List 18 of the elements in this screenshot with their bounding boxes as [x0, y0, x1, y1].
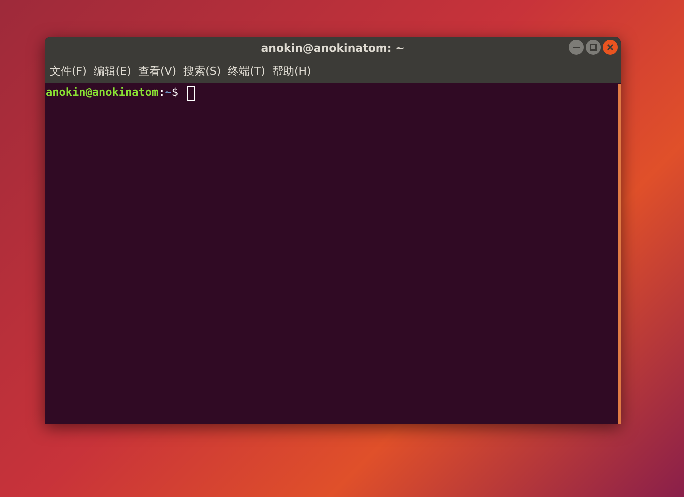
minimize-button[interactable] [569, 40, 584, 55]
close-button[interactable] [603, 40, 618, 55]
minimize-icon [573, 46, 580, 48]
window-title: anokin@anokinatom: ~ [261, 40, 405, 57]
maximize-icon [590, 44, 597, 51]
prompt-path: ~ [165, 84, 172, 101]
close-icon [607, 44, 614, 51]
menu-item[interactable]: 帮助(H) [272, 64, 312, 80]
text-cursor [187, 86, 196, 100]
prompt-user-host: anokin@anokinatom [46, 84, 159, 101]
maximize-button[interactable] [586, 40, 601, 55]
menu-item[interactable]: 搜索(S) [184, 64, 222, 80]
menu-item[interactable]: 终端(T) [228, 64, 266, 80]
prompt-separator: : [158, 84, 166, 101]
prompt-symbol: $ [172, 84, 178, 101]
menu-item[interactable]: 编辑(E) [94, 64, 132, 80]
menu-item[interactable]: 查看(V) [138, 64, 177, 80]
menu-item[interactable]: 文件(F) [50, 64, 87, 80]
